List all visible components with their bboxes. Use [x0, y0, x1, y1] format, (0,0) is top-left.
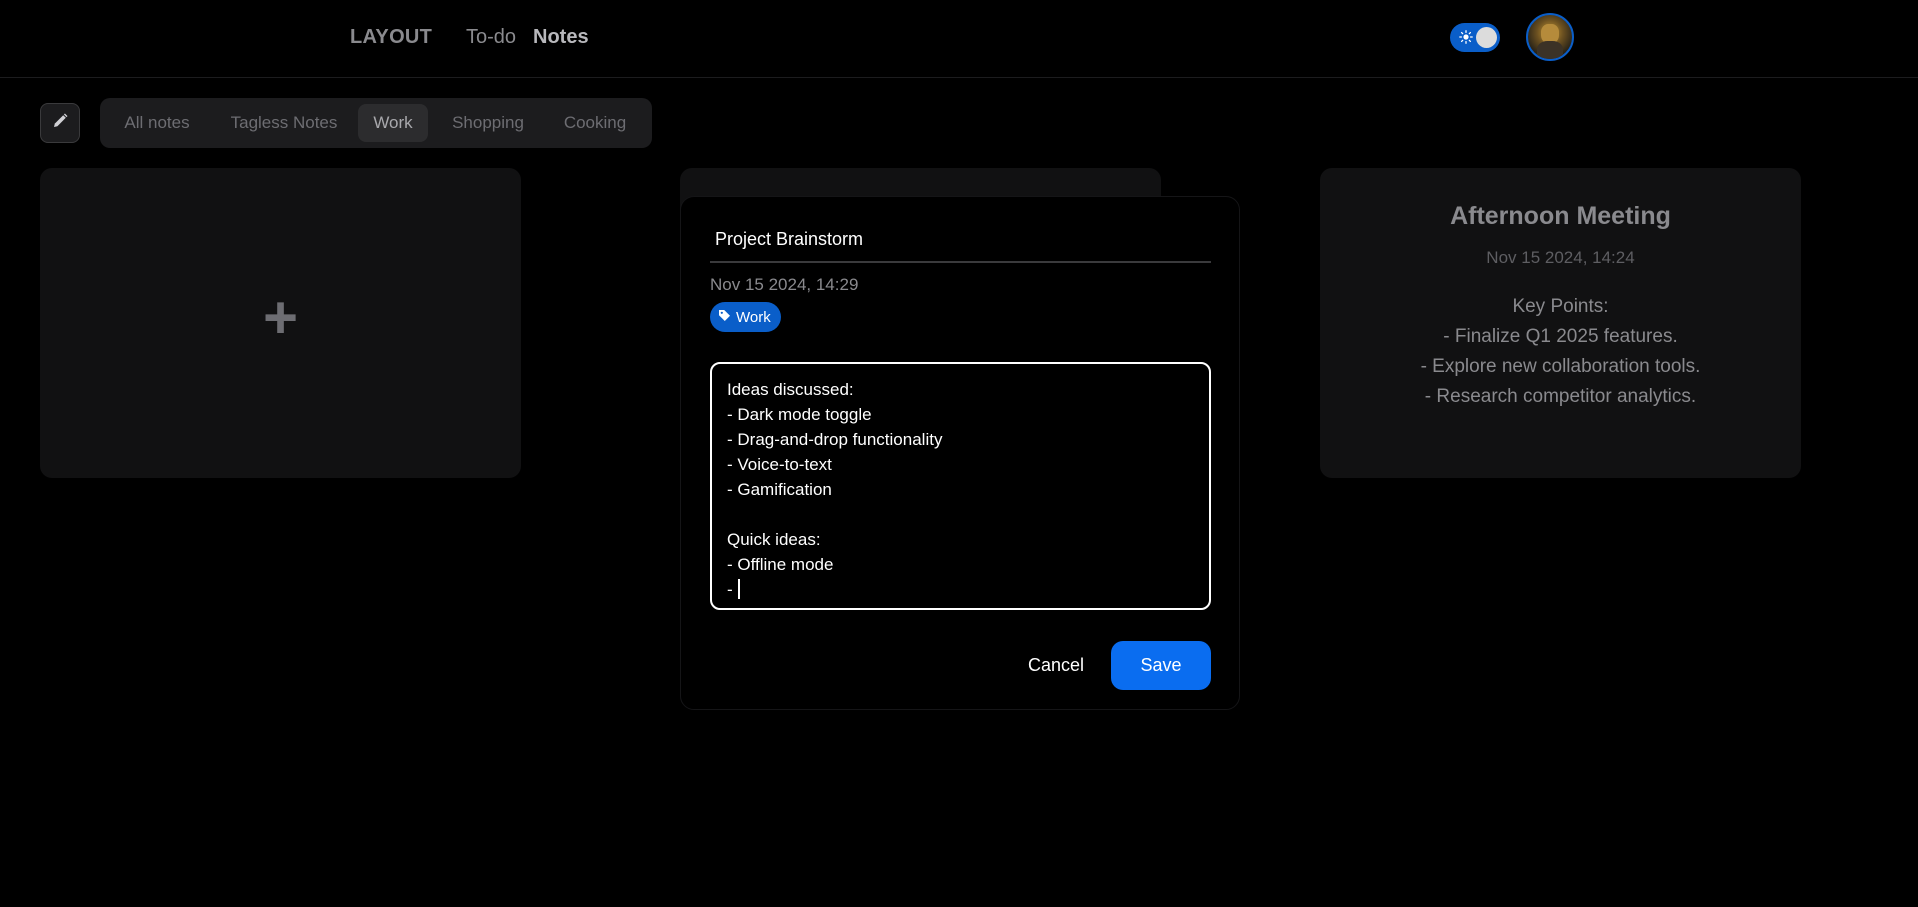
toggle-knob — [1476, 27, 1497, 48]
user-avatar[interactable] — [1526, 13, 1574, 61]
save-button[interactable]: Save — [1111, 641, 1211, 690]
edit-note-modal: Nov 15 2024, 14:29 Work Ideas discussed:… — [680, 196, 1240, 710]
modal-note-date: Nov 15 2024, 14:29 — [710, 275, 859, 294]
pencil-icon — [51, 112, 69, 135]
note-card-afternoon-meeting[interactable]: Afternoon Meeting Nov 15 2024, 14:24 Key… — [1320, 168, 1801, 478]
note-line: - Explore new collaboration tools. — [1420, 356, 1701, 377]
note-title: Afternoon Meeting — [1450, 202, 1671, 230]
note-tag-chip[interactable]: Work — [710, 302, 781, 332]
brand-logo[interactable]: LAYOUT — [350, 26, 432, 49]
avatar-body — [1537, 41, 1563, 59]
tag-cooking[interactable]: Cooking — [546, 104, 644, 142]
theme-toggle[interactable] — [1450, 23, 1500, 52]
note-title-input[interactable] — [710, 217, 1211, 263]
add-note-card[interactable]: + — [40, 168, 521, 478]
edit-tags-button[interactable] — [40, 103, 80, 143]
tag-all-notes[interactable]: All notes — [110, 104, 204, 142]
note-body: Key Points: - Finalize Q1 2025 features.… — [1320, 292, 1801, 412]
tag-chip-label: Work — [736, 308, 771, 326]
tag-shopping[interactable]: Shopping — [438, 104, 538, 142]
tag-filter-bar: All notes Tagless Notes Work Shopping Co… — [100, 98, 652, 148]
sun-icon — [1458, 29, 1474, 45]
top-header: LAYOUT To-do Notes — [0, 0, 1918, 78]
note-line: - Finalize Q1 2025 features. — [1443, 326, 1678, 347]
nav-notes-link[interactable]: Notes — [533, 26, 589, 49]
note-content-textarea[interactable]: Ideas discussed: - Dark mode toggle - Dr… — [710, 362, 1211, 610]
note-content-text: Ideas discussed: - Dark mode toggle - Dr… — [727, 380, 943, 599]
plus-icon: + — [262, 284, 299, 351]
text-caret — [738, 579, 741, 599]
cancel-button[interactable]: Cancel — [1014, 641, 1098, 689]
tag-icon — [718, 309, 731, 326]
note-date: Nov 15 2024, 14:24 — [1486, 248, 1635, 267]
note-line: - Research competitor analytics. — [1424, 386, 1697, 407]
tag-work[interactable]: Work — [358, 104, 428, 142]
note-line: Key Points: — [1512, 296, 1609, 317]
nav-todo-link[interactable]: To-do — [466, 26, 516, 49]
tag-tagless-notes[interactable]: Tagless Notes — [214, 104, 354, 142]
